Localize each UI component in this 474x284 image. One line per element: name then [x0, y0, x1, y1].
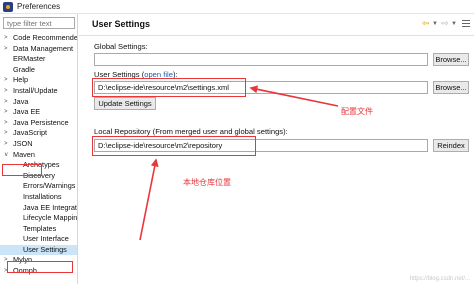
collapsed-arrow-icon[interactable]: > [4, 118, 8, 129]
tree-item[interactable]: Errors/Warnings [0, 181, 77, 192]
tree-item[interactable]: > Help [0, 75, 77, 86]
expanded-arrow-icon[interactable]: ∨ [4, 150, 8, 161]
collapsed-arrow-icon[interactable]: > [4, 107, 8, 118]
tree-item-label: Data Management [13, 43, 74, 53]
tree-item[interactable]: > Java Persistence [0, 117, 77, 129]
tree-item[interactable]: ERMaster [0, 54, 77, 65]
preferences-tree: > Code Recommenders > Data Management ERMast… [0, 33, 78, 277]
tree-item-label: Lifecycle Mappings [23, 213, 78, 223]
config-file-annotation: 配置文件 [341, 107, 373, 116]
tree-item[interactable]: Java EE Integration [0, 202, 77, 214]
tree-item[interactable]: > JSON [0, 138, 77, 150]
page-header: User Settings ⇦ ▼ ⇨ ▼ [79, 14, 474, 36]
tree-item-label: ERMaster [13, 54, 46, 64]
tree-item-label: JavaScript [13, 128, 48, 138]
title-bar: Preferences [0, 0, 474, 14]
tree-item-label: Java EE Integration [23, 202, 77, 212]
tree-item[interactable]: Installations [0, 191, 77, 203]
tree-item-label: Install/Update [13, 85, 58, 95]
tree-item-label: User Settings [23, 244, 67, 254]
tree-item-label: Gradle [13, 64, 35, 74]
global-browse-button[interactable]: Browse... [433, 53, 469, 66]
tree-item[interactable]: > Data Management [0, 43, 77, 55]
local-repository-highlight-box [92, 136, 256, 156]
local-repository-label: Local Repository (From merged user and g… [94, 127, 288, 136]
tree-item-label: Errors/Warnings [23, 181, 76, 191]
tree-item-label: Code Recommenders [13, 33, 78, 42]
collapsed-arrow-icon[interactable]: > [4, 97, 8, 108]
back-arrow-icon[interactable]: ⇦ [422, 18, 430, 29]
forward-dropdown-icon[interactable]: ▼ [451, 21, 457, 27]
update-settings-button[interactable]: Update Settings [94, 97, 156, 110]
tree-item-label: JSON [13, 138, 33, 148]
filter-input[interactable] [3, 17, 75, 29]
tree-item[interactable]: > Code Recommenders [0, 33, 78, 44]
collapsed-arrow-icon[interactable]: > [4, 75, 8, 86]
collapsed-arrow-icon[interactable]: > [4, 86, 8, 97]
global-settings-field[interactable] [94, 53, 428, 66]
tree-item[interactable]: > Install/Update [0, 85, 77, 97]
page-title: User Settings [92, 19, 151, 29]
watermark: https://blog.csdn.net/... [409, 276, 470, 282]
collapsed-arrow-icon[interactable]: > [4, 128, 8, 139]
view-menu-icon[interactable] [462, 20, 470, 27]
collapsed-arrow-icon[interactable]: > [4, 44, 8, 55]
tree-item-label: Help [13, 75, 29, 85]
settings-page: User Settings ⇦ ▼ ⇨ ▼ Global Settings: B… [79, 14, 474, 284]
user-settings-highlight-box [92, 78, 246, 97]
tree-item[interactable]: Templates [0, 223, 77, 235]
tree-item-label: Java EE [13, 107, 41, 117]
local-repo-annotation: 本地仓库位置 [183, 178, 231, 187]
tree-item[interactable]: Gradle [0, 64, 77, 76]
tree-item-label: User Interface [23, 234, 69, 244]
tree-item[interactable]: User Interface [0, 234, 77, 245]
tree-item[interactable]: Lifecycle Mappings [0, 213, 78, 224]
eclipse-app-icon [3, 2, 13, 12]
tree-item[interactable]: > JavaScript [0, 128, 77, 139]
tree-item-label: Installations [23, 191, 62, 201]
back-dropdown-icon[interactable]: ▼ [432, 21, 438, 27]
reindex-button[interactable]: Reindex [433, 139, 469, 152]
tree-item-label: Templates [23, 223, 57, 233]
tree-item-label: Java [13, 96, 29, 106]
user-browse-button[interactable]: Browse... [433, 81, 469, 94]
tree-item[interactable]: > Java EE [0, 107, 77, 118]
maven-highlight-box [2, 164, 42, 176]
user-settings-highlight-box [7, 261, 73, 273]
global-settings-label: Global Settings: [94, 42, 148, 51]
collapsed-arrow-icon[interactable]: > [4, 139, 8, 150]
tree-item[interactable]: > Java [0, 96, 77, 108]
forward-arrow-icon[interactable]: ⇨ [441, 18, 449, 29]
tree-item-label: Maven [13, 149, 35, 159]
window-title: Preferences [17, 2, 61, 11]
collapsed-arrow-icon[interactable]: > [4, 33, 8, 44]
tree-item[interactable]: ∨ Maven [0, 149, 77, 161]
preferences-tree-panel: > Code Recommenders > Data ManagementERMast… [0, 14, 78, 284]
tree-item-label: Java Persistence [13, 117, 69, 127]
tree-item[interactable]: User Settings [0, 244, 77, 256]
